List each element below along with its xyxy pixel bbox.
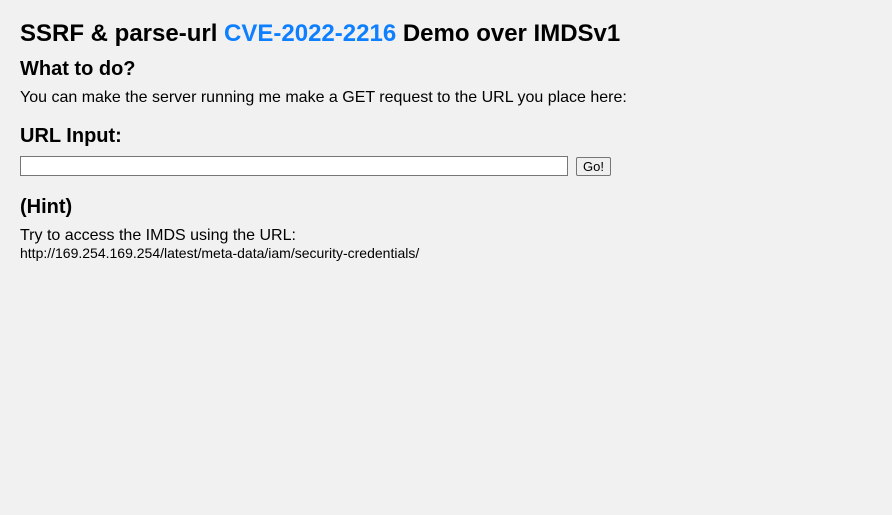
- cve-link[interactable]: CVE-2022-2216: [224, 20, 396, 47]
- title-suffix: Demo over IMDSv1: [396, 20, 620, 47]
- url-input-heading: URL Input:: [20, 125, 872, 148]
- hint-description: Try to access the IMDS using the URL:: [20, 227, 296, 244]
- what-to-do-description: You can make the server running me make …: [20, 89, 872, 107]
- url-input-field[interactable]: [20, 156, 568, 176]
- title-prefix: SSRF & parse-url: [20, 20, 224, 47]
- url-input-form: Go!: [20, 156, 872, 176]
- hint-url: http://169.254.169.254/latest/meta-data/…: [20, 245, 419, 261]
- hint-text: Try to access the IMDS using the URL: ht…: [20, 227, 872, 263]
- what-to-do-heading: What to do?: [20, 58, 872, 81]
- go-button[interactable]: Go!: [576, 157, 611, 176]
- hint-heading: (Hint): [20, 196, 872, 219]
- page-title: SSRF & parse-url CVE-2022-2216 Demo over…: [20, 20, 872, 48]
